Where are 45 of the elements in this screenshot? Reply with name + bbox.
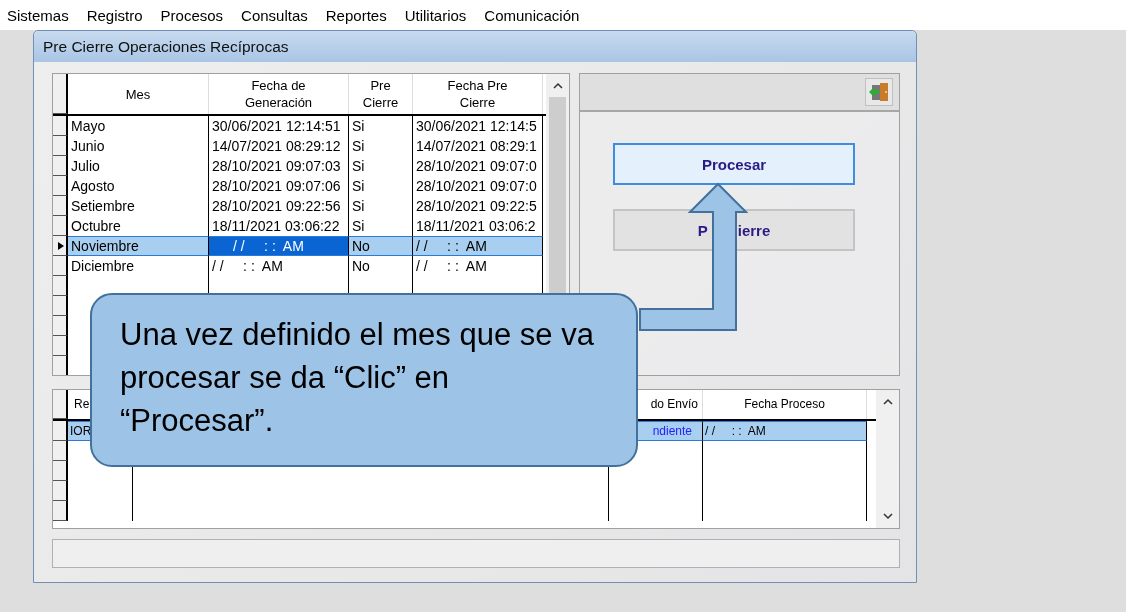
- table-cell: / / : : AM: [413, 236, 543, 256]
- table-cell: Diciembre: [68, 256, 209, 276]
- table-cell: No: [349, 256, 413, 276]
- table-cell: / / : : AM: [209, 256, 349, 276]
- table-cell: 28/10/2021 09:07:06: [209, 176, 349, 196]
- menu-item[interactable]: Comunicación: [484, 6, 580, 24]
- table-cell: 14/07/2021 08:29:12: [209, 136, 349, 156]
- table-cell: Mayo: [68, 116, 209, 136]
- table-cell: 28/10/2021 09:07:0: [413, 156, 543, 176]
- table-cell: 28/10/2021 09:07:03: [209, 156, 349, 176]
- column-header: Mes: [125, 85, 151, 103]
- table-cell: Si: [349, 176, 413, 196]
- table-cell: 28/10/2021 09:07:0: [413, 176, 543, 196]
- column-header: Fecha Pre Cierre: [447, 77, 508, 111]
- column-header: Re: [74, 396, 90, 413]
- table-cell: / / : : AM: [209, 236, 349, 256]
- table-cell: Si: [349, 136, 413, 156]
- table-cell: No: [349, 236, 413, 256]
- table-cell: Julio: [68, 156, 209, 176]
- table-cell: Setiembre: [68, 196, 209, 216]
- menu-item[interactable]: Sistemas: [7, 6, 69, 24]
- table-cell: Noviembre: [68, 236, 209, 256]
- menu-item[interactable]: Reportes: [325, 6, 387, 24]
- table-cell: 30/06/2021 12:14:5: [413, 116, 543, 136]
- table-cell: 28/10/2021 09:22:56: [209, 196, 349, 216]
- table-cell: 28/10/2021 09:22:5: [413, 196, 543, 216]
- window-title: Pre Cierre Operaciones Recíprocas: [43, 37, 289, 56]
- table-cell: Junio: [68, 136, 209, 156]
- menu-item[interactable]: Utilitarios: [404, 6, 467, 24]
- table-cell: 14/07/2021 08:29:1: [413, 136, 543, 156]
- table-cell: Si: [349, 116, 413, 136]
- table-cell: Agosto: [68, 176, 209, 196]
- column-header: Fecha Proceso: [744, 396, 825, 413]
- column-header: Pre Cierre: [362, 77, 399, 111]
- table-cell: / / : : AM: [703, 421, 867, 441]
- column-header: Fecha de Generación: [244, 77, 313, 111]
- table-cell: 30/06/2021 12:14:51: [209, 116, 349, 136]
- column-header: do Envío: [650, 396, 698, 413]
- table-cell: Si: [349, 156, 413, 176]
- menu-item[interactable]: Registro: [86, 6, 143, 24]
- menu-item[interactable]: Consultas: [241, 6, 308, 24]
- table-cell: Si: [349, 196, 413, 216]
- action-button[interactable]: Procesar: [613, 143, 855, 185]
- table-cell: / / : : AM: [413, 256, 543, 276]
- menu-item[interactable]: Procesos: [160, 6, 224, 24]
